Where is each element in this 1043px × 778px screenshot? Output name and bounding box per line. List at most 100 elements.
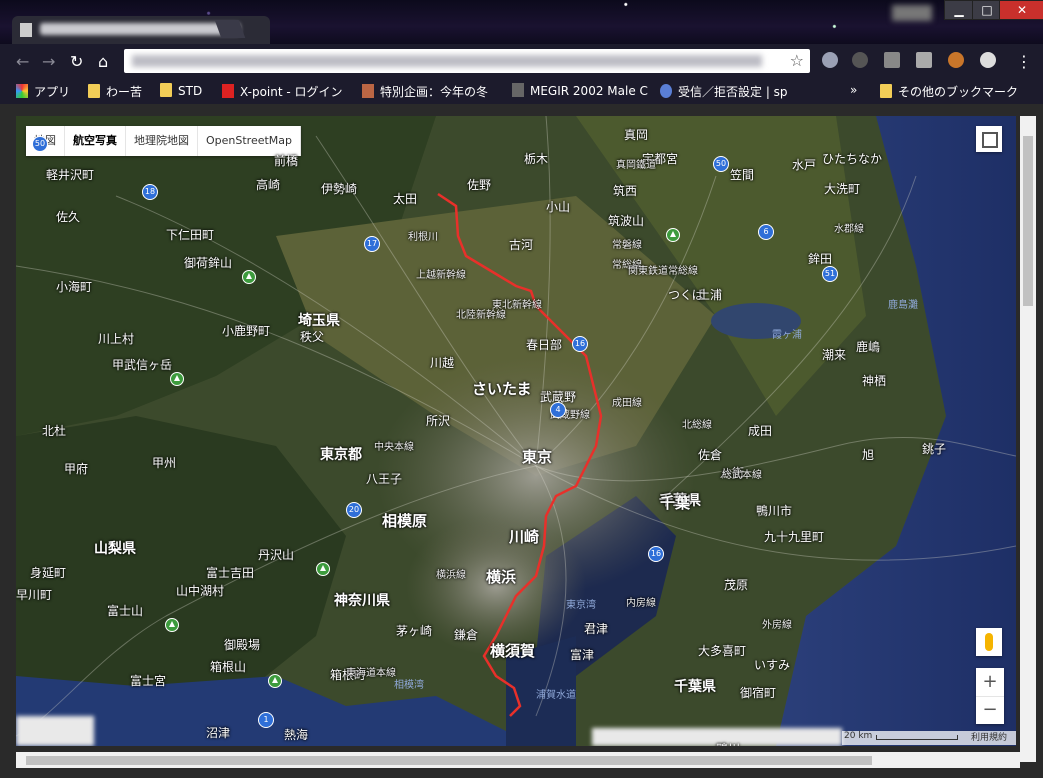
rail-road-label: 常磐線 [612,240,642,251]
city-label: 君津 [584,622,609,636]
back-icon[interactable]: ← [16,52,29,71]
city-label: 鹿嶋 [856,340,881,354]
maximize-icon[interactable]: □ [972,0,1002,20]
close-window-icon[interactable]: ✕ [999,0,1043,20]
rail-road-label: 北総線 [682,420,712,431]
bookmark-item[interactable]: MEGIR 2002 Male C [512,83,648,98]
scroll-thumb[interactable] [26,756,872,765]
rail-road-label: 東北新幹線 [492,300,542,311]
city-label: 佐倉 [698,448,723,462]
horizontal-scrollbar[interactable] [16,752,1020,768]
city-label: 銚子 [922,442,947,456]
browser-titlebar: ✕ ▁ □ ✕ [0,0,1043,44]
city-label: 鴨川 [716,740,740,746]
extension-e-icon[interactable] [822,52,838,68]
city-label: 下仁田町 [166,228,215,242]
tab-aerial[interactable]: 航空写真 [65,126,126,156]
menu-kebab-icon[interactable]: ⋮ [1016,52,1032,71]
city-label: 大洗町 [824,182,861,196]
extension-page-icon[interactable] [916,52,932,68]
home-icon[interactable]: ⌂ [98,52,108,71]
bookmark-item[interactable]: わー苦 [88,83,142,100]
mountain-label: 丹沢山 [258,548,295,562]
extension-circle-icon[interactable] [852,52,868,68]
map-canvas[interactable]: 地図 航空写真 地理院地図 OpenStreetMap + − 20 km 利用… [16,116,1016,746]
vertical-scrollbar[interactable] [1020,116,1036,762]
city-label: 小海町 [56,280,93,294]
minimize-icon[interactable]: ▁ [944,0,974,20]
tab-gsi-map[interactable]: 地理院地図 [126,126,198,156]
city-label: 川上村 [98,332,135,346]
site-icon [362,84,374,98]
bookmark-star-icon[interactable]: ☆ [790,51,804,70]
city-label: 早川町 [16,588,53,602]
route-shield-icon: 50 [713,156,729,172]
mountain-label: 箱根山 [210,660,247,674]
city-label: 富士吉田 [206,566,255,580]
bookmark-item[interactable]: 特別企画：今年の冬 [362,83,488,100]
rail-road-label: 中央本線 [374,442,414,453]
city-label: 真岡 [624,128,649,142]
city-label: 佐久 [56,210,81,224]
bookmark-item[interactable]: STD [160,83,202,98]
browser-toolbar: ← → ↻ ⌂ ☆ ⋮ [0,44,1043,78]
other-bookmarks[interactable]: その他のブックマーク [880,83,1018,100]
water-label: 霞ヶ浦 [772,330,802,341]
tab-title-redacted [40,23,240,35]
rail-road-label: 総武本線 [722,470,762,481]
city-label: 土浦 [698,288,723,302]
fullscreen-icon [982,132,998,148]
city-label: 北杜 [42,424,67,438]
rail-road-label: 内房線 [626,598,656,609]
city-label: 小山 [546,200,571,214]
bookmarks-bar: アプリ わー苦 STD X-point - ログイン 特別企画：今年の冬 MEG… [0,78,1043,104]
zoom-in-button[interactable]: + [976,668,1004,696]
rail-road-label: 上越新幹線 [416,270,466,281]
water-label: 東京湾 [566,600,596,611]
bookmark-item[interactable]: 受信／拒否設定 | sp [660,83,788,100]
bookmarks-overflow-button[interactable]: » [850,83,857,97]
water-label: 鹿島灘 [888,300,918,311]
extension-avatar-icon[interactable] [948,52,964,68]
city-label: 千葉 [660,494,691,512]
city-label: 笠間 [730,168,755,182]
city-label: 富津 [570,648,595,662]
city-label: 東京 [522,448,553,466]
rail-road-label: 成田線 [612,398,642,409]
profile-name-redacted[interactable] [892,5,932,21]
city-label: 甲州 [152,456,177,470]
city-label: 神栖 [862,374,887,388]
terms-link[interactable]: 利用規約 [962,731,1016,745]
extension-square-icon[interactable] [884,52,900,68]
city-label: 甲府 [64,462,89,476]
bookmark-apps[interactable]: アプリ [16,83,70,100]
bookmark-item[interactable]: X-point - ログイン [222,83,343,100]
city-label: 相模原 [382,512,428,530]
fullscreen-button[interactable] [976,126,1002,152]
rail-road-label: 外房線 [762,620,792,631]
mountain-label: 甲武信ヶ岳 [112,358,173,372]
mountain-peak-icon [268,674,282,688]
street-view-pegman[interactable] [976,628,1002,656]
reload-icon[interactable]: ↻ [70,52,83,71]
route-shield-icon: 20 [346,502,362,518]
address-bar[interactable]: ☆ [124,49,810,73]
extension-gauge-icon[interactable] [980,52,996,68]
city-label: 佐野 [467,178,492,192]
water-label: 浦賀水道 [536,690,576,701]
scale-bar[interactable]: 20 km [842,731,962,745]
xpoint-icon [222,84,234,98]
url-redacted [132,55,762,67]
scroll-thumb[interactable] [1023,136,1033,306]
folder-icon [880,84,892,98]
apps-grid-icon [16,84,28,98]
mountain-label: 富士山 [107,604,144,618]
city-label: 御宿町 [740,686,777,700]
zoom-out-button[interactable]: − [976,696,1004,725]
city-label: いすみ [754,658,791,672]
city-label: 鉾田 [808,252,833,266]
forward-icon[interactable]: → [42,52,55,71]
mountain-label: 御荷鉾山 [184,256,233,270]
city-label: さいたま [472,380,532,398]
route-shield-icon: 51 [822,266,838,282]
